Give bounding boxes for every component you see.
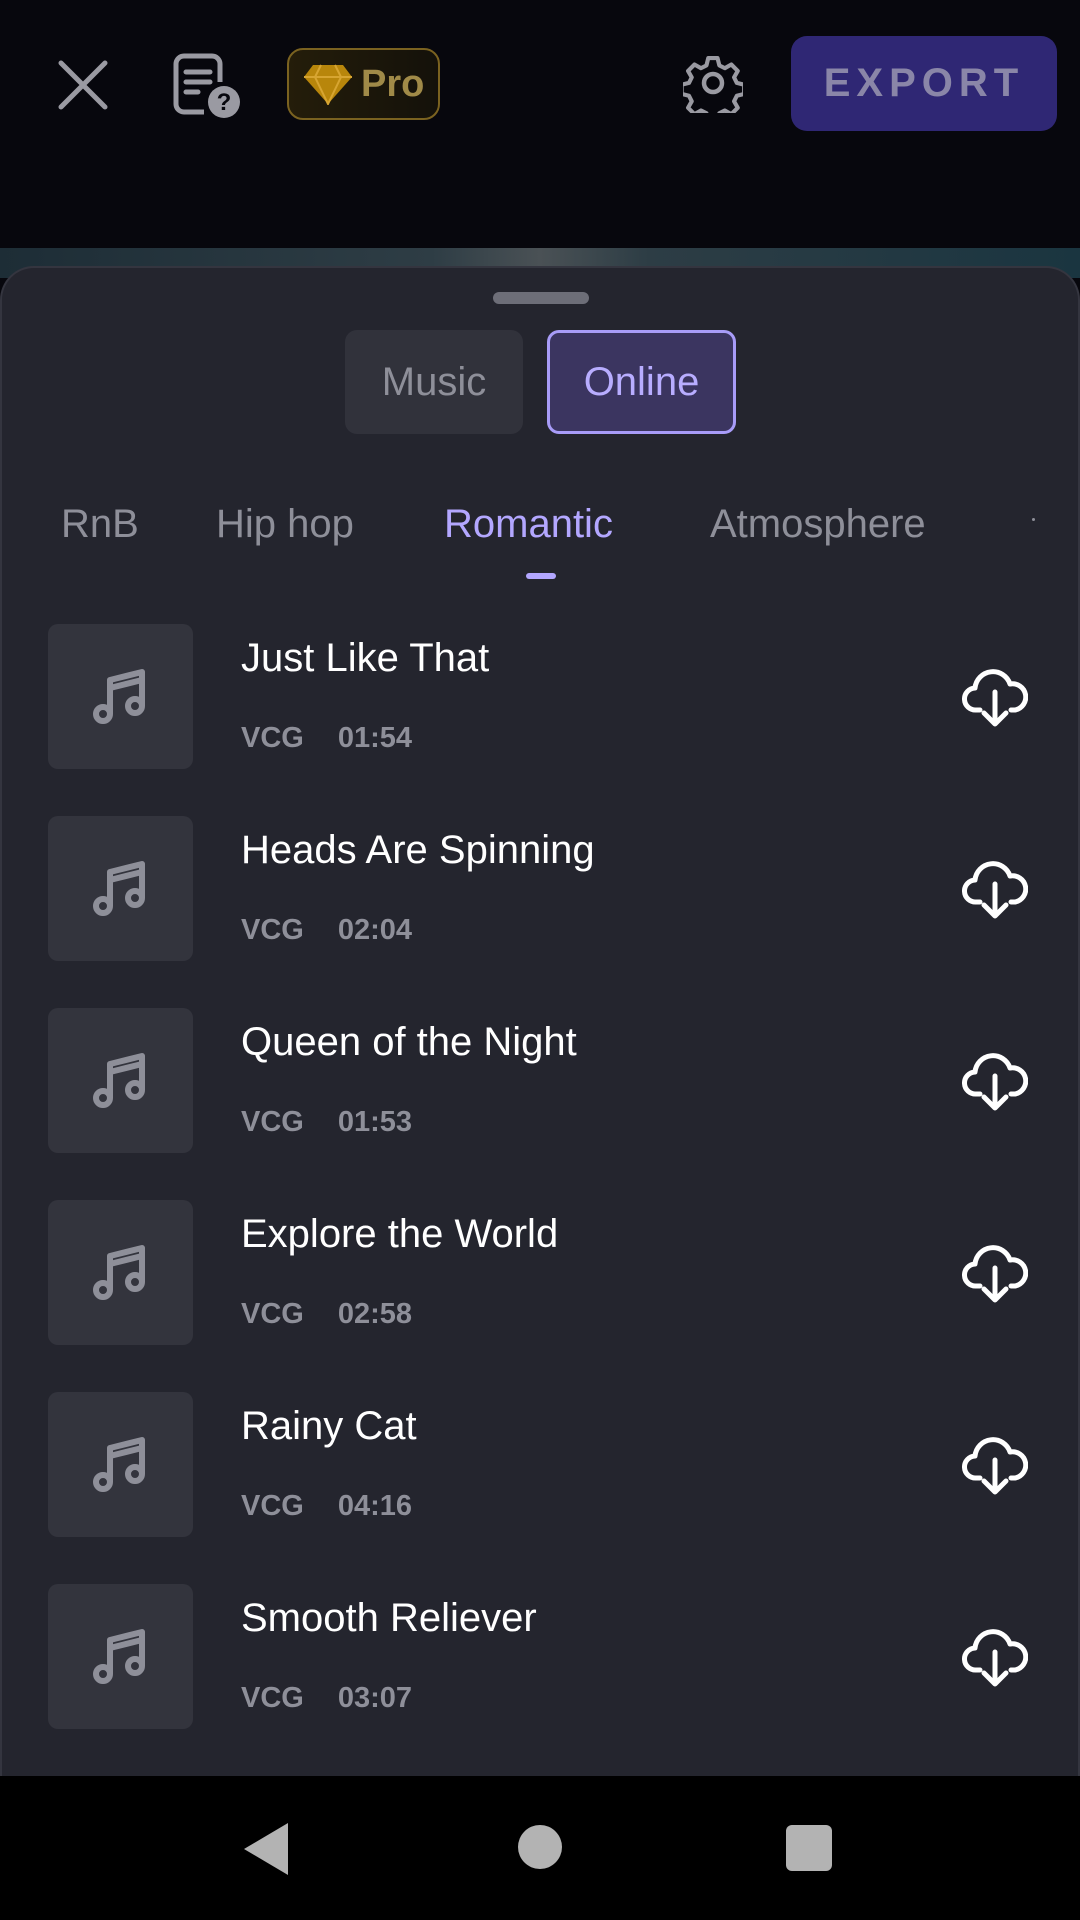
track-thumbnail xyxy=(48,1584,193,1729)
track-thumbnail xyxy=(48,816,193,961)
sheet-drag-handle[interactable] xyxy=(493,292,589,304)
close-button[interactable] xyxy=(48,50,118,120)
system-nav-bar xyxy=(0,1776,1080,1920)
category-tabs: RnB Hip hop Romantic Atmosphere xyxy=(2,494,1080,574)
track-meta: VCG 01:53 xyxy=(241,1106,412,1139)
close-icon xyxy=(58,60,108,110)
tab-rnb[interactable]: RnB xyxy=(61,502,139,547)
track-artist: VCG xyxy=(241,722,304,754)
track-thumbnail xyxy=(48,1008,193,1153)
recents-icon[interactable] xyxy=(786,1825,832,1871)
segment-online[interactable]: Online xyxy=(547,330,736,434)
music-note-icon xyxy=(92,1436,145,1492)
pro-label: Pro xyxy=(361,62,425,105)
cloud-download-icon xyxy=(962,1245,1029,1303)
export-button[interactable]: EXPORT xyxy=(791,36,1057,131)
track-row[interactable]: Explore the World VCG 02:58 xyxy=(2,1200,1080,1348)
settings-button[interactable] xyxy=(680,50,746,116)
screen: ? Pro EXPORT Music Online RnB Hip hop Ro… xyxy=(0,0,1080,1920)
track-artist: VCG xyxy=(241,1490,304,1522)
track-duration: 01:54 xyxy=(337,722,413,754)
track-row[interactable]: Rainy Cat VCG 04:16 xyxy=(2,1392,1080,1540)
tab-hip-hop[interactable]: Hip hop xyxy=(216,502,354,547)
track-duration: 02:58 xyxy=(337,1298,413,1330)
download-button[interactable] xyxy=(962,666,1034,732)
music-note-icon xyxy=(92,1052,145,1108)
cloud-download-icon xyxy=(962,1053,1029,1111)
track-duration: 03:07 xyxy=(337,1682,413,1714)
track-title: Explore the World xyxy=(241,1212,559,1256)
cloud-download-icon xyxy=(962,1629,1029,1687)
track-title: Rainy Cat xyxy=(241,1404,417,1448)
home-icon[interactable] xyxy=(518,1825,562,1869)
track-artist: VCG xyxy=(241,1106,304,1138)
track-duration: 02:04 xyxy=(337,914,413,946)
track-thumbnail xyxy=(48,1200,193,1345)
cloud-download-icon xyxy=(962,669,1029,727)
track-meta: VCG 02:04 xyxy=(241,914,412,947)
track-artist: VCG xyxy=(241,1682,304,1714)
tab-atmosphere[interactable]: Atmosphere xyxy=(710,502,926,547)
music-bottom-sheet: Music Online RnB Hip hop Romantic Atmosp… xyxy=(0,266,1080,1776)
track-thumbnail xyxy=(48,624,193,769)
cloud-download-icon xyxy=(962,861,1029,919)
track-duration: 01:53 xyxy=(337,1106,413,1138)
track-title: Just Like That xyxy=(241,636,490,680)
track-thumbnail xyxy=(48,1392,193,1537)
track-title: Heads Are Spinning xyxy=(241,828,595,872)
segment-music[interactable]: Music xyxy=(345,330,523,434)
help-button[interactable]: ? xyxy=(170,48,246,124)
track-meta: VCG 03:07 xyxy=(241,1682,412,1715)
track-artist: VCG xyxy=(241,914,304,946)
track-duration: 04:16 xyxy=(337,1490,413,1522)
music-note-icon xyxy=(92,860,145,916)
diamond-icon xyxy=(304,64,352,105)
active-tab-indicator xyxy=(526,573,556,579)
download-button[interactable] xyxy=(962,1242,1034,1308)
download-button[interactable] xyxy=(962,858,1034,924)
track-title: Smooth Reliever xyxy=(241,1596,537,1640)
track-meta: VCG 01:54 xyxy=(241,722,412,755)
pro-badge[interactable]: Pro xyxy=(287,48,440,120)
document-help-icon: ? xyxy=(173,53,240,118)
download-button[interactable] xyxy=(962,1434,1034,1500)
tab-overflow-hint xyxy=(1032,518,1035,521)
download-button[interactable] xyxy=(962,1626,1034,1692)
track-meta: VCG 04:16 xyxy=(241,1490,412,1523)
track-row[interactable]: Heads Are Spinning VCG 02:04 xyxy=(2,816,1080,964)
music-note-icon xyxy=(92,1244,145,1300)
track-meta: VCG 02:58 xyxy=(241,1298,412,1331)
gear-icon xyxy=(683,55,743,113)
music-note-icon xyxy=(92,1628,145,1684)
back-icon[interactable] xyxy=(240,1821,290,1877)
download-button[interactable] xyxy=(962,1050,1034,1116)
track-title: Queen of the Night xyxy=(241,1020,577,1064)
track-row[interactable]: Smooth Reliever VCG 03:07 xyxy=(2,1584,1080,1732)
tab-romantic[interactable]: Romantic xyxy=(444,502,613,547)
top-toolbar: ? Pro EXPORT xyxy=(0,0,1080,248)
track-row[interactable]: Queen of the Night VCG 01:53 xyxy=(2,1008,1080,1156)
svg-text:?: ? xyxy=(217,89,232,116)
export-label: EXPORT xyxy=(823,61,1025,105)
cloud-download-icon xyxy=(962,1437,1029,1495)
track-artist: VCG xyxy=(241,1298,304,1330)
music-note-icon xyxy=(92,668,145,724)
track-row[interactable]: Just Like That VCG 01:54 xyxy=(2,624,1080,772)
